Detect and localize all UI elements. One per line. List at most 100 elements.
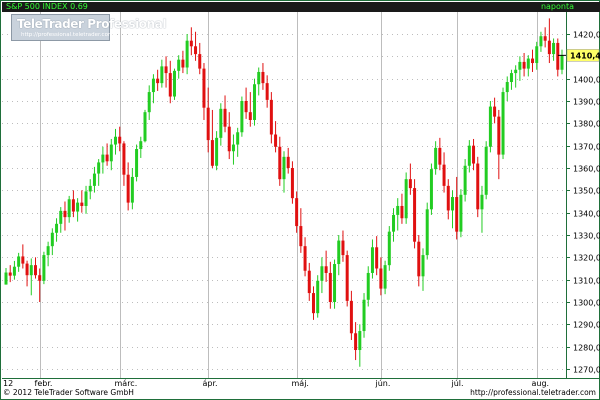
- candle: [299, 208, 303, 253]
- axes: [2, 12, 599, 379]
- candle: [400, 193, 404, 224]
- candle-body-down: [286, 156, 290, 168]
- candle-body-up: [535, 46, 539, 64]
- candle-body-down: [164, 66, 168, 74]
- candle-body-down: [105, 154, 109, 162]
- candle-body-down: [8, 272, 12, 276]
- candle: [181, 50, 185, 74]
- candle: [472, 138, 476, 171]
- candle-body-down: [198, 54, 202, 69]
- y-tick-label: 1280,00: [573, 344, 600, 353]
- candle-body-down: [156, 78, 160, 84]
- candle-body-down: [25, 263, 29, 276]
- x-tick-label: márc.: [115, 379, 138, 388]
- candle-body-up: [425, 209, 429, 256]
- y-tick-label: 1360,00: [573, 165, 600, 174]
- candle-body-up: [109, 144, 113, 162]
- candle-body-down: [265, 83, 269, 100]
- candle: [105, 143, 109, 166]
- candle: [480, 185, 484, 233]
- candle: [556, 38, 560, 77]
- candle-body-up: [17, 256, 21, 267]
- candle-body-up: [135, 149, 139, 177]
- candle: [375, 236, 379, 276]
- x-tick-label: júl.: [451, 379, 464, 388]
- candle: [358, 324, 362, 367]
- candle-body-up: [92, 173, 96, 186]
- candle-body-up: [501, 92, 505, 155]
- candlestick-chart[interactable]: 1420,001410,001400,001390,001380,001370,…: [0, 0, 600, 400]
- candle: [404, 172, 408, 224]
- candle: [130, 168, 134, 210]
- candle: [396, 198, 400, 231]
- candle-body-down: [442, 164, 446, 186]
- candle: [240, 96, 244, 137]
- candle: [547, 18, 551, 64]
- candle: [442, 152, 446, 193]
- y-tick-label: 1350,00: [573, 187, 600, 196]
- candle-body-down: [122, 143, 126, 175]
- candle-body-up: [526, 58, 530, 69]
- x-tick-label: aug.: [532, 379, 550, 388]
- candle: [227, 112, 231, 160]
- candle: [236, 127, 240, 157]
- candle-body-up: [253, 84, 257, 120]
- candle: [518, 56, 522, 81]
- candle-body-down: [345, 255, 349, 301]
- candle: [206, 87, 210, 153]
- candle: [413, 179, 417, 249]
- candle-body-up: [240, 101, 244, 133]
- candle: [76, 198, 80, 222]
- candle: [362, 293, 366, 338]
- candle: [135, 144, 139, 182]
- candle: [366, 266, 370, 307]
- candle: [522, 52, 526, 77]
- candle: [337, 235, 341, 276]
- candle-body-up: [387, 231, 391, 266]
- candle: [341, 230, 345, 262]
- candle-body-down: [194, 46, 198, 55]
- candle: [438, 137, 442, 171]
- candle: [531, 49, 535, 72]
- candle: [88, 179, 92, 200]
- candle-body-down: [547, 40, 551, 55]
- candle-body-up: [231, 144, 235, 152]
- candle: [8, 265, 12, 283]
- candle-body-down: [274, 134, 278, 147]
- candle: [493, 97, 497, 124]
- candle: [114, 128, 118, 155]
- candle-body-down: [290, 168, 294, 199]
- candle: [59, 207, 63, 233]
- candle-body-down: [227, 126, 231, 152]
- candle-body-up: [67, 199, 71, 218]
- candle: [12, 260, 16, 280]
- candle: [55, 218, 59, 242]
- candle-body-up: [518, 61, 522, 70]
- candle: [210, 109, 214, 168]
- last-price-marker: 1410,44: [558, 49, 600, 62]
- candle-body-down: [307, 270, 311, 294]
- y-tick-label: 1330,00: [573, 232, 600, 241]
- candle-body-up: [370, 247, 374, 273]
- candle-body-up: [160, 66, 164, 84]
- candle-body-down: [522, 61, 526, 69]
- candle: [177, 55, 181, 79]
- candle-body-down: [181, 59, 185, 68]
- candle: [387, 226, 391, 271]
- copyright-text: © 2012 TeleTrader Software GmbH: [3, 388, 134, 397]
- candle: [311, 286, 315, 320]
- candle: [467, 140, 471, 173]
- candle: [42, 251, 46, 285]
- candle-body-up: [185, 40, 189, 68]
- candle-body-up: [337, 240, 341, 265]
- x-tick-label: febr.: [35, 379, 53, 388]
- footer-url[interactable]: http://professional.teletrader.com: [470, 388, 596, 397]
- candle-body-down: [299, 226, 303, 247]
- candle-body-up: [429, 169, 433, 210]
- candle: [316, 275, 320, 318]
- candle: [354, 322, 358, 361]
- candle-body-up: [514, 69, 518, 74]
- candle-body-down: [126, 174, 130, 203]
- candle: [126, 162, 130, 211]
- candle-body-up: [151, 78, 155, 93]
